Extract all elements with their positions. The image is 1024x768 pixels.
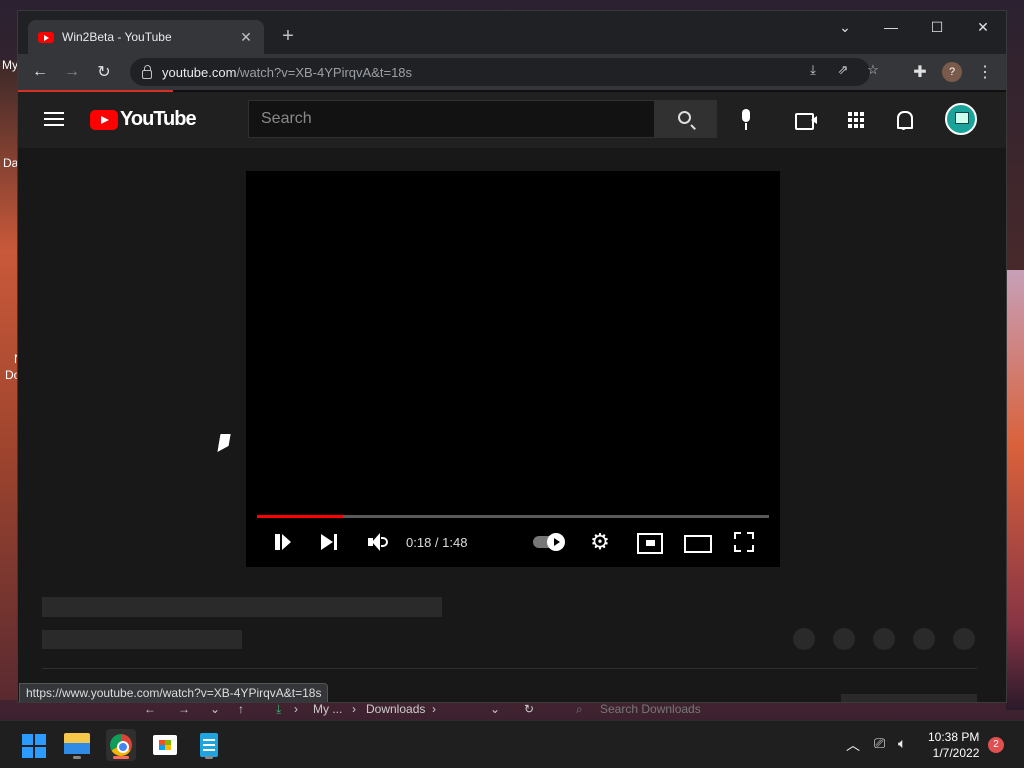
time-display: 0:18 / 1:48: [406, 535, 468, 550]
close-window-button[interactable]: ✕: [968, 19, 998, 36]
address-history-chevron-icon[interactable]: ⌄: [490, 702, 500, 716]
explorer-back-icon[interactable]: ←: [144, 702, 156, 716]
action-placeholder: [913, 628, 935, 650]
meta-placeholder: [42, 630, 242, 649]
browser-toolbar: ← → ↻ youtube.com/watch?v=XB-4YPirqvA&t=…: [18, 54, 1006, 90]
clock-date: 1/7/2022: [932, 746, 980, 760]
explorer-search-icon: ⌕: [576, 702, 583, 716]
clock-time: 10:38 PM: [928, 730, 980, 744]
youtube-logo-text: YouTube: [120, 108, 197, 130]
address-bar[interactable]: youtube.com/watch?v=XB-4YPirqvA&t=18s ⤓ …: [130, 58, 879, 86]
explorer-recent-chevron-icon[interactable]: ⌄: [210, 702, 220, 716]
volume-wave-icon: [381, 537, 388, 547]
notification-badge[interactable]: 2: [988, 737, 1004, 753]
minimize-button[interactable]: —: [876, 19, 906, 35]
video-player[interactable]: 0:18 / 1:48 ⚙: [246, 171, 780, 567]
video-progress-bar[interactable]: [257, 515, 769, 518]
microphone-icon[interactable]: [734, 108, 758, 132]
breadcrumb-separator-icon: ›: [352, 702, 356, 716]
search-icon: [678, 111, 691, 124]
url-text: youtube.com/watch?v=XB-4YPirqvA&t=18s: [162, 65, 412, 80]
browser-window: Win2Beta - YouTube ✕ + ⌄ — ☐ ✕ ← → ↻ you…: [17, 10, 1007, 703]
reload-icon[interactable]: ↻: [92, 60, 116, 84]
desktop-icon-label[interactable]: My: [2, 58, 18, 72]
watch-page: 0:18 / 1:48 ⚙: [18, 148, 1006, 702]
tab-search-chevron-icon[interactable]: ⌄: [830, 19, 860, 36]
chrome-icon[interactable]: [106, 729, 136, 761]
lock-icon[interactable]: [142, 64, 152, 79]
action-placeholder: [873, 628, 895, 650]
fullscreen-button[interactable]: [731, 529, 757, 555]
breadcrumb-item[interactable]: My ...: [313, 702, 342, 716]
taskbar-clock[interactable]: 10:38 PM 1/7/2022: [928, 729, 979, 761]
account-avatar[interactable]: [945, 103, 977, 135]
maximize-button[interactable]: ☐: [922, 19, 952, 36]
apps-grid-icon[interactable]: [844, 108, 868, 132]
action-placeholder: [833, 628, 855, 650]
youtube-play-logo-icon: [90, 109, 118, 130]
notepad-icon[interactable]: [194, 729, 224, 761]
breadcrumb-item[interactable]: Downloads: [366, 702, 425, 716]
autoplay-toggle[interactable]: [533, 533, 567, 551]
title-placeholder: [42, 597, 442, 617]
share-icon[interactable]: ⇗: [832, 62, 854, 82]
tab-youtube[interactable]: Win2Beta - YouTube ✕: [28, 20, 264, 54]
video-progress-played: [257, 515, 343, 518]
forward-arrow-icon[interactable]: →: [60, 60, 84, 84]
url-host: youtube.com: [162, 64, 237, 80]
play-pause-button[interactable]: [270, 529, 296, 555]
title-bar: Win2Beta - YouTube ✕ + ⌄ — ☐ ✕: [18, 11, 1006, 54]
next-video-button[interactable]: [316, 529, 342, 555]
explorer-up-icon[interactable]: ↑: [238, 702, 244, 716]
youtube-header: YouTube: [18, 92, 1006, 148]
profile-avatar[interactable]: ?: [942, 62, 962, 82]
miniplayer-button[interactable]: [635, 529, 663, 555]
link-status-bar: https://www.youtube.com/watch?v=XB-4YPir…: [19, 683, 329, 702]
new-tab-button[interactable]: +: [276, 25, 300, 48]
action-placeholder: [793, 628, 815, 650]
install-app-icon[interactable]: ⤓: [802, 62, 824, 82]
youtube-logo[interactable]: YouTube: [90, 108, 197, 131]
notifications-bell-icon[interactable]: [892, 108, 916, 132]
running-indicator: [73, 756, 81, 759]
file-explorer-icon[interactable]: [62, 729, 92, 761]
search-input[interactable]: [248, 100, 655, 138]
active-indicator: [113, 756, 129, 759]
volume-button[interactable]: [364, 529, 390, 555]
tab-close-icon[interactable]: ✕: [238, 29, 254, 46]
speaker-icon[interactable]: 🔈︎: [898, 735, 906, 752]
start-windows-icon[interactable]: [18, 729, 48, 761]
search-button[interactable]: [654, 100, 717, 138]
content-divider: [42, 668, 977, 669]
theater-mode-button[interactable]: [683, 529, 712, 555]
back-arrow-icon[interactable]: ←: [28, 60, 52, 84]
microsoft-store-icon[interactable]: [150, 729, 180, 761]
tab-title: Win2Beta - YouTube: [62, 30, 172, 44]
breadcrumb-separator-icon: ›: [294, 702, 298, 716]
explorer-forward-icon[interactable]: →: [178, 702, 190, 716]
extensions-puzzle-icon[interactable]: ✚: [908, 60, 932, 84]
time-current: 0:18: [406, 535, 432, 550]
hamburger-menu-icon[interactable]: [44, 112, 64, 126]
autoplay-knob-icon: [547, 533, 565, 551]
running-indicator: [205, 756, 213, 759]
explorer-refresh-icon[interactable]: ↻: [524, 702, 534, 716]
network-icon[interactable]: ⎚: [874, 735, 885, 752]
explorer-search-input[interactable]: Search Downloads: [600, 702, 701, 716]
bookmark-star-icon[interactable]: ☆: [862, 62, 884, 82]
url-path: /watch?v=XB-4YPirqvA&t=18s: [236, 64, 413, 80]
time-total: 1:48: [442, 535, 468, 550]
downloads-folder-icon: ⤓: [276, 702, 282, 716]
action-placeholder: [953, 628, 975, 650]
create-video-icon[interactable]: [794, 108, 818, 132]
breadcrumb-separator-icon: ›: [432, 702, 436, 716]
settings-gear-icon[interactable]: ⚙: [587, 529, 613, 555]
youtube-favicon-icon: [38, 31, 54, 43]
desktop-wallpaper-right: [1006, 270, 1024, 710]
file-explorer-navbar: ← → ⌄ ↑ ⤓ › My ... › Downloads › ⌄ ↻ ⌕ S…: [128, 702, 928, 718]
menu-kebab-icon[interactable]: ⋮: [973, 60, 997, 84]
tray-overflow-chevron-icon[interactable]: ︿: [846, 735, 860, 755]
taskbar: ︿ ⎚ 🔈︎ 10:38 PM 1/7/2022 2: [0, 720, 1024, 768]
